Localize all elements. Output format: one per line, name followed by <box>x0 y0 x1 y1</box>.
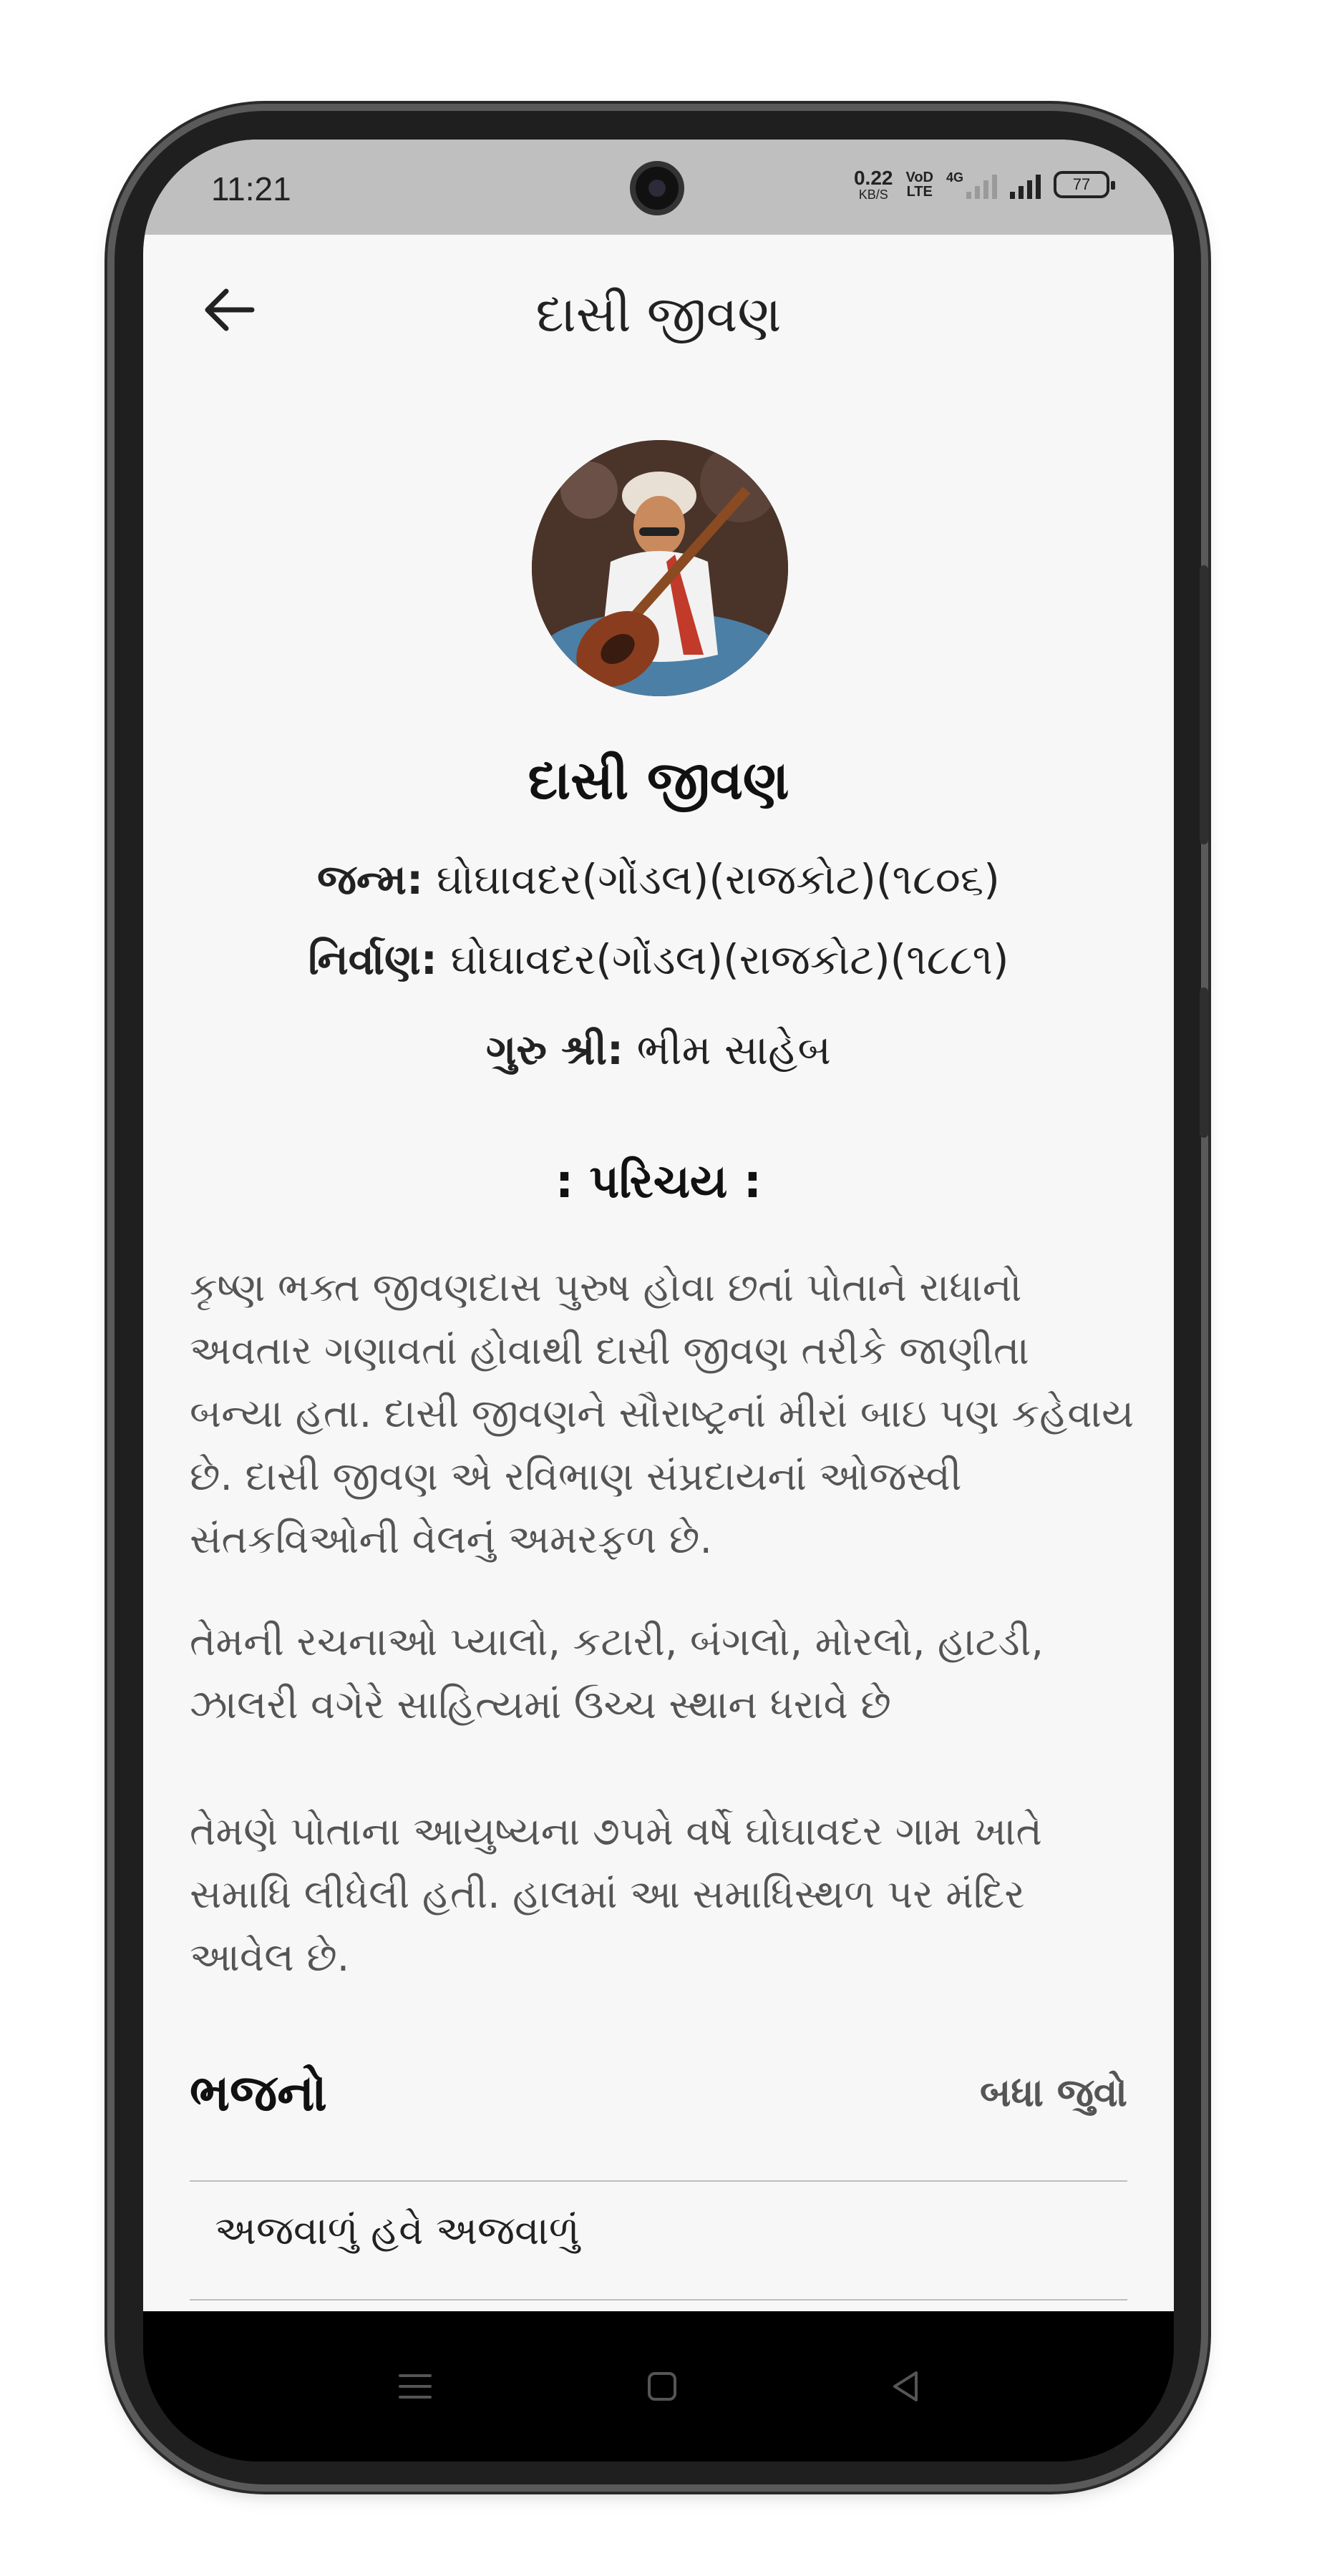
nirvana-value: ઘોઘાવદર(ગોંડલ)(રાજકોટ)(૧૮૮૧) <box>450 935 1009 984</box>
profile-name: દાસી જીવણ <box>528 750 789 811</box>
guru-value: ભીમ સાહેબ <box>636 1025 831 1074</box>
front-camera <box>630 161 684 215</box>
divider <box>190 2180 1127 2182</box>
signal-bars-icon <box>1010 170 1041 199</box>
battery-icon: 77 <box>1054 171 1115 198</box>
network-speed-value: 0.22 <box>853 167 893 189</box>
signal-4g: 4G <box>946 170 997 199</box>
birth-value: ઘોઘાવદર(ગોંડલ)(રાજકોટ)(૧૮૦૬) <box>436 855 1000 904</box>
bhajans-title: ભજનો <box>190 2063 327 2122</box>
see-all-button[interactable]: બધા જુવો <box>980 2070 1127 2116</box>
birth-info: જન્મ: ઘોઘાવદર(ગોંડલ)(રાજકોટ)(૧૮૦૬) <box>143 855 1174 904</box>
navigation-bar <box>143 2311 1174 2462</box>
volume-button <box>1200 565 1208 844</box>
bhajans-header: ભજનો બધા જુવો <box>190 2057 1127 2129</box>
birth-label: જન્મ: <box>317 855 424 904</box>
power-button <box>1200 987 1208 1138</box>
menu-icon <box>399 2374 432 2399</box>
status-time: 11:21 <box>211 170 291 208</box>
volte-top: VoD <box>905 170 933 185</box>
status-icons: 0.22 KB/S VoD LTE 4G 77 <box>853 167 1115 202</box>
app-screen: 11:21 0.22 KB/S VoD LTE 4G 77 દાસી જીવણ … <box>143 140 1174 2311</box>
intro-paragraph: કૃષ્ણ ભક્ત જીવણદાસ પુરુષ હોવા છતાં પોતાન… <box>190 1264 1134 1562</box>
network-speed-unit: KB/S <box>858 187 888 202</box>
nav-home-button[interactable] <box>637 2361 687 2411</box>
network-speed: 0.22 KB/S <box>853 167 893 202</box>
nav-menu-button[interactable] <box>390 2361 440 2411</box>
divider <box>190 2299 1127 2301</box>
battery-level: 77 <box>1072 175 1091 193</box>
list-item[interactable]: અજવાળું હવે અજવાળું <box>215 2207 580 2254</box>
intro-heading: : પરિચય : <box>555 1156 762 1209</box>
volte-bottom: LTE <box>906 184 933 200</box>
home-square-icon <box>648 2372 676 2401</box>
nav-back-button[interactable] <box>880 2361 930 2411</box>
guru-info: ગુરુ શ્રી: ભીમ સાહેબ <box>143 1025 1174 1075</box>
app-bar: દાસી જીવણ <box>143 235 1174 356</box>
intro-paragraph: તેમની રચનાઓ પ્યાલો, કટારી, બંગલો, મોરલો,… <box>190 1619 1044 1727</box>
status-bar: 11:21 0.22 KB/S VoD LTE 4G 77 <box>143 140 1174 235</box>
nirvana-info: નિર્વાણ: ઘોઘાવદર(ગોંડલ)(રાજકોટ)(૧૮૮૧) <box>143 935 1174 985</box>
signal-bars-icon <box>966 170 997 199</box>
saint-portrait <box>532 440 788 696</box>
page-title: દાસી જીવણ <box>535 285 782 343</box>
network-type: 4G <box>946 170 963 185</box>
guru-label: ગુરુ શ્રી: <box>486 1025 624 1074</box>
nirvana-label: નિર્વાણ: <box>308 935 437 984</box>
triangle-back-icon <box>893 2371 918 2401</box>
volte-icon: VoD LTE <box>905 170 933 199</box>
intro-paragraph: તેમણે પોતાના આયુષ્યના ૭૫મે વર્ષે ઘોઘાવદર… <box>190 1808 1042 1980</box>
avatar <box>532 440 788 696</box>
